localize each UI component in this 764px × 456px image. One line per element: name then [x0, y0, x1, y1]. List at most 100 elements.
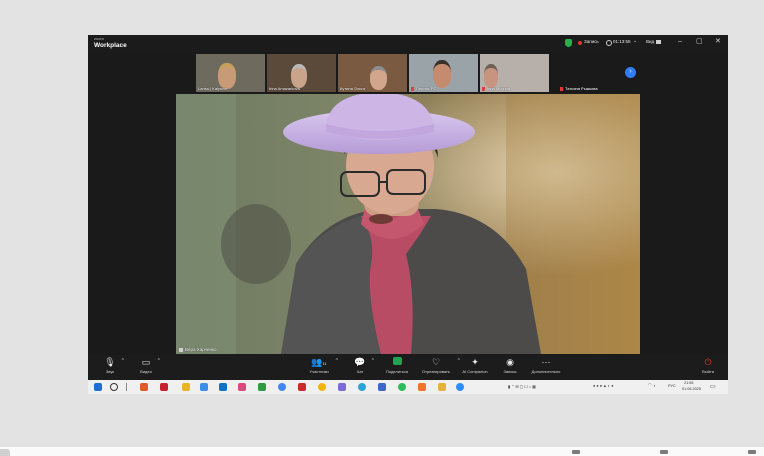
speaker-name: Вера Харченко — [185, 347, 217, 352]
meeting-toolbar: 🎙 Звук ^ ▭ Видео ^ 👥11 Участники ^ 💬 Чат… — [88, 355, 728, 380]
chevron-down-icon[interactable]: ⌄ — [633, 38, 637, 44]
edge-icon[interactable] — [200, 383, 208, 391]
mic-muted-icon — [482, 87, 485, 91]
windows-start-icon[interactable] — [94, 383, 102, 391]
participants-button[interactable]: 👥11 Участники ^ — [306, 357, 338, 374]
bottom-strip — [0, 447, 764, 456]
audio-button[interactable]: 🎙 Звук ^ — [102, 357, 124, 374]
language-indicator[interactable]: РУС — [668, 384, 676, 388]
participant-tile[interactable]: Перлас РС — [409, 54, 478, 92]
brand-name: Workplace — [94, 42, 127, 49]
participant-tile[interactable]: Irina Murzina — [480, 54, 549, 92]
mic-muted-icon — [411, 87, 414, 91]
leave-button[interactable]: ⏻ Выйти — [698, 357, 718, 374]
participant-tile[interactable]: Irina Amazarkova — [267, 54, 336, 92]
app-icon-orange[interactable] — [418, 383, 426, 391]
chevron-up-icon[interactable]: ^ — [158, 358, 160, 364]
speaker-name-tag: Вера Харченко — [179, 347, 217, 352]
app-icon-word[interactable] — [378, 383, 386, 391]
windows-taskbar: ▮ ⌃ ✉ ▢ ☐ ⌂ ▦ ● ● ● ▲ ◐ ● ⌒ ◑ РУС 21:55 … — [88, 380, 728, 394]
app-icon-red[interactable] — [160, 383, 168, 391]
more-dots-icon: ⋯ — [541, 357, 551, 367]
app-icon-pink[interactable] — [238, 383, 246, 391]
participant-face — [291, 64, 307, 88]
participant-face — [370, 66, 387, 90]
app-icon-blue[interactable] — [219, 383, 227, 391]
tray-glyph — [572, 450, 580, 454]
clock-date[interactable]: 01.06.2025 — [682, 387, 701, 391]
participant-name: Перлас РС — [416, 86, 437, 91]
shield-icon[interactable] — [565, 39, 572, 47]
ai-companion-label: AI Companion — [462, 369, 488, 374]
title-bar: zoom Workplace Запись 01:13:55 ⌄ Вид – ▢… — [88, 35, 728, 52]
leave-icon: ⏻ — [704, 357, 712, 367]
gallery-next-button[interactable]: › — [625, 67, 636, 78]
grid-icon[interactable] — [656, 40, 661, 44]
more-button[interactable]: ⋯ Дополнительно — [528, 357, 564, 374]
participant-tile-name-only[interactable]: Татьяна Рыжкова — [558, 54, 627, 92]
task-view-icon[interactable] — [126, 383, 127, 391]
leave-label: Выйти — [702, 369, 714, 374]
minimize-button[interactable]: – — [678, 37, 682, 46]
zoom-app-icon[interactable] — [456, 383, 464, 391]
sparkle-icon: ✦ — [471, 357, 479, 367]
whatsapp-icon[interactable] — [398, 383, 406, 391]
ai-companion-button[interactable]: ✦ AI Companion — [460, 357, 490, 374]
participant-tile[interactable]: Кутина Ольга — [338, 54, 407, 92]
clock-time[interactable]: 21:55 — [684, 381, 694, 385]
search-icon[interactable] — [110, 383, 118, 391]
app-icon-gold[interactable] — [318, 383, 326, 391]
record-dot-icon — [578, 41, 582, 45]
close-button[interactable]: ✕ — [715, 37, 721, 46]
telegram-icon[interactable] — [358, 383, 366, 391]
maximize-button[interactable]: ▢ — [696, 37, 703, 46]
network-icon[interactable]: ⌒ ◑ — [648, 384, 655, 389]
app-icon-purple[interactable] — [338, 383, 346, 391]
chrome-icon[interactable] — [278, 383, 286, 391]
app-icon-yellow[interactable] — [182, 383, 190, 391]
meeting-timer: 01:13:55 — [613, 39, 631, 44]
tray-icons[interactable]: ▮ ⌃ ✉ ▢ ☐ ⌂ ▦ — [508, 384, 536, 389]
participant-name: Татьяна Рыжкова — [565, 86, 598, 91]
view-button[interactable]: Вид — [646, 39, 654, 44]
participant-name: Irina Murzina — [487, 86, 511, 91]
participant-face — [433, 60, 451, 88]
chat-icon: 💬 — [354, 357, 366, 367]
tray-glyph — [748, 450, 756, 454]
heart-icon: ♡ — [431, 357, 441, 367]
brand-small: zoom — [94, 36, 104, 41]
participants-label: Участники — [309, 369, 329, 374]
chevron-up-icon[interactable]: ^ — [122, 358, 124, 364]
chevron-up-icon[interactable]: ^ — [336, 358, 338, 364]
active-speaker-video[interactable]: Вера Харченко — [176, 94, 640, 354]
recording-indicator[interactable]: Запись — [584, 39, 599, 44]
record-button[interactable]: ◉ Запись — [501, 357, 519, 374]
participant-face — [484, 64, 498, 88]
more-label: Дополнительно — [531, 369, 561, 374]
app-icon-browser[interactable] — [140, 383, 148, 391]
participants-icon: 👥11 — [311, 357, 327, 367]
chevron-up-icon[interactable]: ^ — [372, 358, 374, 364]
scroll-nub — [0, 449, 10, 456]
zoom-window: zoom Workplace Запись 01:13:55 ⌄ Вид – ▢… — [88, 35, 728, 380]
participant-name: Irina Amazarkova — [269, 86, 300, 91]
chat-button[interactable]: 💬 Чат ^ — [352, 357, 374, 374]
share-label: Поделиться — [385, 369, 409, 374]
speaker-video-frame — [176, 94, 640, 354]
participant-tile[interactable]: Larisa | Kalyuna — [196, 54, 265, 92]
audio-label: Звук — [105, 369, 115, 374]
video-button[interactable]: ▭ Видео ^ — [138, 357, 160, 374]
app-icon-dark-red[interactable] — [298, 383, 306, 391]
participant-name: Кутина Ольга — [340, 86, 366, 91]
mic-muted-icon — [560, 87, 563, 91]
app-icon-green[interactable] — [258, 383, 266, 391]
clock-icon — [606, 40, 612, 46]
notifications-icon[interactable]: ▭ — [710, 383, 716, 390]
react-button[interactable]: ♡ Отреагировать ^ — [418, 357, 460, 374]
share-button[interactable]: Поделиться — [384, 357, 410, 374]
folder-icon[interactable] — [438, 383, 446, 391]
share-screen-icon — [384, 357, 410, 367]
chat-label: Чат — [356, 369, 364, 374]
signal-icon — [179, 347, 183, 352]
tray-app-icons[interactable]: ● ● ● ▲ ◐ ● — [593, 384, 614, 388]
